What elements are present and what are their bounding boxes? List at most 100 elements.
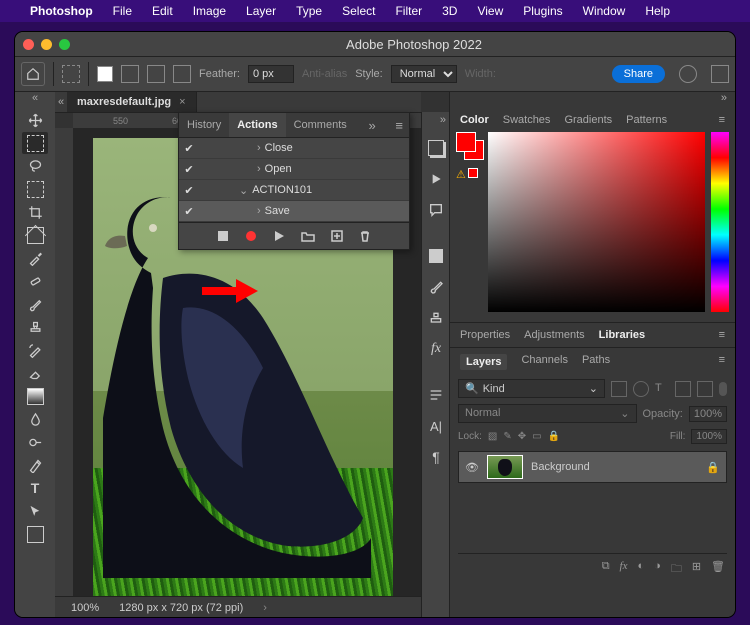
libraries-tab[interactable]: Libraries: [599, 329, 645, 341]
delete-layer-icon[interactable]: 🗑: [711, 560, 725, 579]
style-select[interactable]: Normal: [391, 65, 457, 83]
lock-position-icon[interactable]: ✥: [518, 431, 526, 442]
swatches-tab[interactable]: Swatches: [503, 114, 551, 126]
eraser-tool[interactable]: [22, 362, 48, 384]
collapse-tools-icon[interactable]: «: [15, 92, 55, 108]
lock-pixels-icon[interactable]: ▧: [488, 431, 497, 442]
new-set-button[interactable]: [301, 230, 315, 242]
stamp-tool[interactable]: [22, 316, 48, 338]
action-row-close[interactable]: ✔ ›Close: [179, 138, 409, 159]
home-button[interactable]: [21, 62, 45, 86]
menu-layer[interactable]: Layer: [236, 4, 286, 18]
layer-filter-kind[interactable]: 🔍Kind⌄: [458, 379, 605, 398]
panel-expand-icon[interactable]: »: [362, 114, 381, 137]
marquee-tool-icon[interactable]: [62, 65, 80, 83]
comments-tab[interactable]: Comments: [286, 113, 355, 137]
panel-icon-brushes[interactable]: [425, 276, 447, 298]
zoom-value[interactable]: 100%: [71, 602, 99, 614]
lasso-tool[interactable]: [22, 155, 48, 177]
menu-plugins[interactable]: Plugins: [513, 4, 572, 18]
panel-icon-actions[interactable]: [425, 168, 447, 190]
new-layer-icon[interactable]: ⊞: [692, 560, 701, 579]
fill-value[interactable]: 100%: [691, 429, 727, 444]
panel-icon-layers[interactable]: [425, 137, 447, 159]
layers-tab[interactable]: Layers: [460, 354, 507, 370]
menu-edit[interactable]: Edit: [142, 4, 183, 18]
close-window-button[interactable]: [23, 39, 34, 50]
foreground-swatch[interactable]: [456, 132, 476, 152]
menu-3d[interactable]: 3D: [432, 4, 467, 18]
panel-menu-icon[interactable]: ≡: [719, 329, 725, 341]
patterns-tab[interactable]: Patterns: [626, 114, 667, 126]
panel-icon-clone[interactable]: [425, 307, 447, 329]
panel-icon-glyphs[interactable]: ¶: [425, 446, 447, 468]
adjustment-layer-icon[interactable]: ◑: [654, 560, 661, 579]
menu-file[interactable]: File: [103, 4, 142, 18]
heal-tool[interactable]: [22, 270, 48, 292]
lock-artboard-icon[interactable]: ▭: [532, 431, 541, 442]
blend-mode-select[interactable]: Normal ⌄: [458, 404, 637, 423]
new-action-button[interactable]: [331, 230, 343, 242]
menu-app[interactable]: Photoshop: [20, 4, 103, 18]
filter-shape-icon[interactable]: [675, 381, 691, 397]
history-brush-tool[interactable]: [22, 339, 48, 361]
close-tab-icon[interactable]: ×: [179, 96, 185, 108]
move-tool[interactable]: [22, 109, 48, 131]
frame-tool[interactable]: [22, 224, 48, 246]
shape-tool[interactable]: [22, 523, 48, 545]
panel-icon-comments[interactable]: [425, 199, 447, 221]
pen-tool[interactable]: [22, 454, 48, 476]
action-row-action101[interactable]: ✔ ⌄ACTION101: [179, 180, 409, 201]
color-tab[interactable]: Color: [460, 114, 489, 126]
gradient-tool[interactable]: [22, 385, 48, 407]
channels-tab[interactable]: Channels: [521, 354, 567, 370]
menu-select[interactable]: Select: [332, 4, 385, 18]
tab-scroll-left-icon[interactable]: «: [55, 96, 67, 108]
lock-icon[interactable]: 🔒: [706, 461, 720, 474]
feather-input[interactable]: [248, 65, 294, 83]
check-icon[interactable]: ✔: [181, 142, 197, 155]
lock-all-icon[interactable]: 🔒: [548, 431, 560, 442]
selection-intersect-icon[interactable]: [173, 65, 191, 83]
blur-tool[interactable]: [22, 408, 48, 430]
path-select-tool[interactable]: [22, 500, 48, 522]
filter-type-icon[interactable]: T: [655, 382, 669, 396]
stop-button[interactable]: [217, 230, 229, 242]
menu-image[interactable]: Image: [183, 4, 236, 18]
saturation-value-field[interactable]: [488, 132, 705, 312]
fg-bg-swatches[interactable]: ⚠: [456, 132, 482, 312]
history-tab[interactable]: History: [179, 113, 229, 137]
menu-type[interactable]: Type: [286, 4, 332, 18]
panel-icon-styles[interactable]: fx: [425, 338, 447, 360]
panel-menu-icon[interactable]: ≡: [719, 354, 725, 370]
lock-brush-icon[interactable]: ✎: [503, 431, 511, 442]
fx-icon[interactable]: fx: [620, 560, 628, 579]
menu-help[interactable]: Help: [635, 4, 680, 18]
panel-icon-paragraph[interactable]: [425, 384, 447, 406]
gradients-tab[interactable]: Gradients: [564, 114, 612, 126]
collapse-right-icon[interactable]: »: [450, 92, 735, 108]
filter-pixel-icon[interactable]: [611, 381, 627, 397]
adjustments-tab[interactable]: Adjustments: [524, 329, 585, 341]
check-icon[interactable]: ✔: [181, 163, 197, 176]
group-icon[interactable]: 🗀: [671, 560, 682, 579]
trash-button[interactable]: [359, 230, 371, 242]
panel-icon-character[interactable]: A|: [425, 415, 447, 437]
menu-window[interactable]: Window: [573, 4, 636, 18]
check-icon[interactable]: ✔: [181, 184, 197, 197]
selection-subtract-icon[interactable]: [147, 65, 165, 83]
opacity-value[interactable]: 100%: [689, 406, 727, 422]
object-select-tool[interactable]: [22, 178, 48, 200]
marquee-tool[interactable]: [22, 132, 48, 154]
share-button[interactable]: Share: [612, 65, 665, 83]
action-row-save[interactable]: ✔ ›Save: [179, 201, 409, 222]
layer-name[interactable]: Background: [531, 461, 590, 473]
selection-add-icon[interactable]: [121, 65, 139, 83]
menu-filter[interactable]: Filter: [385, 4, 432, 18]
filter-toggle[interactable]: [719, 382, 727, 396]
link-layers-icon[interactable]: ⧉: [602, 560, 610, 579]
crop-tool[interactable]: [22, 201, 48, 223]
brush-tool[interactable]: [22, 293, 48, 315]
record-button[interactable]: [245, 230, 257, 242]
macos-menubar[interactable]: Photoshop File Edit Image Layer Type Sel…: [0, 0, 750, 22]
